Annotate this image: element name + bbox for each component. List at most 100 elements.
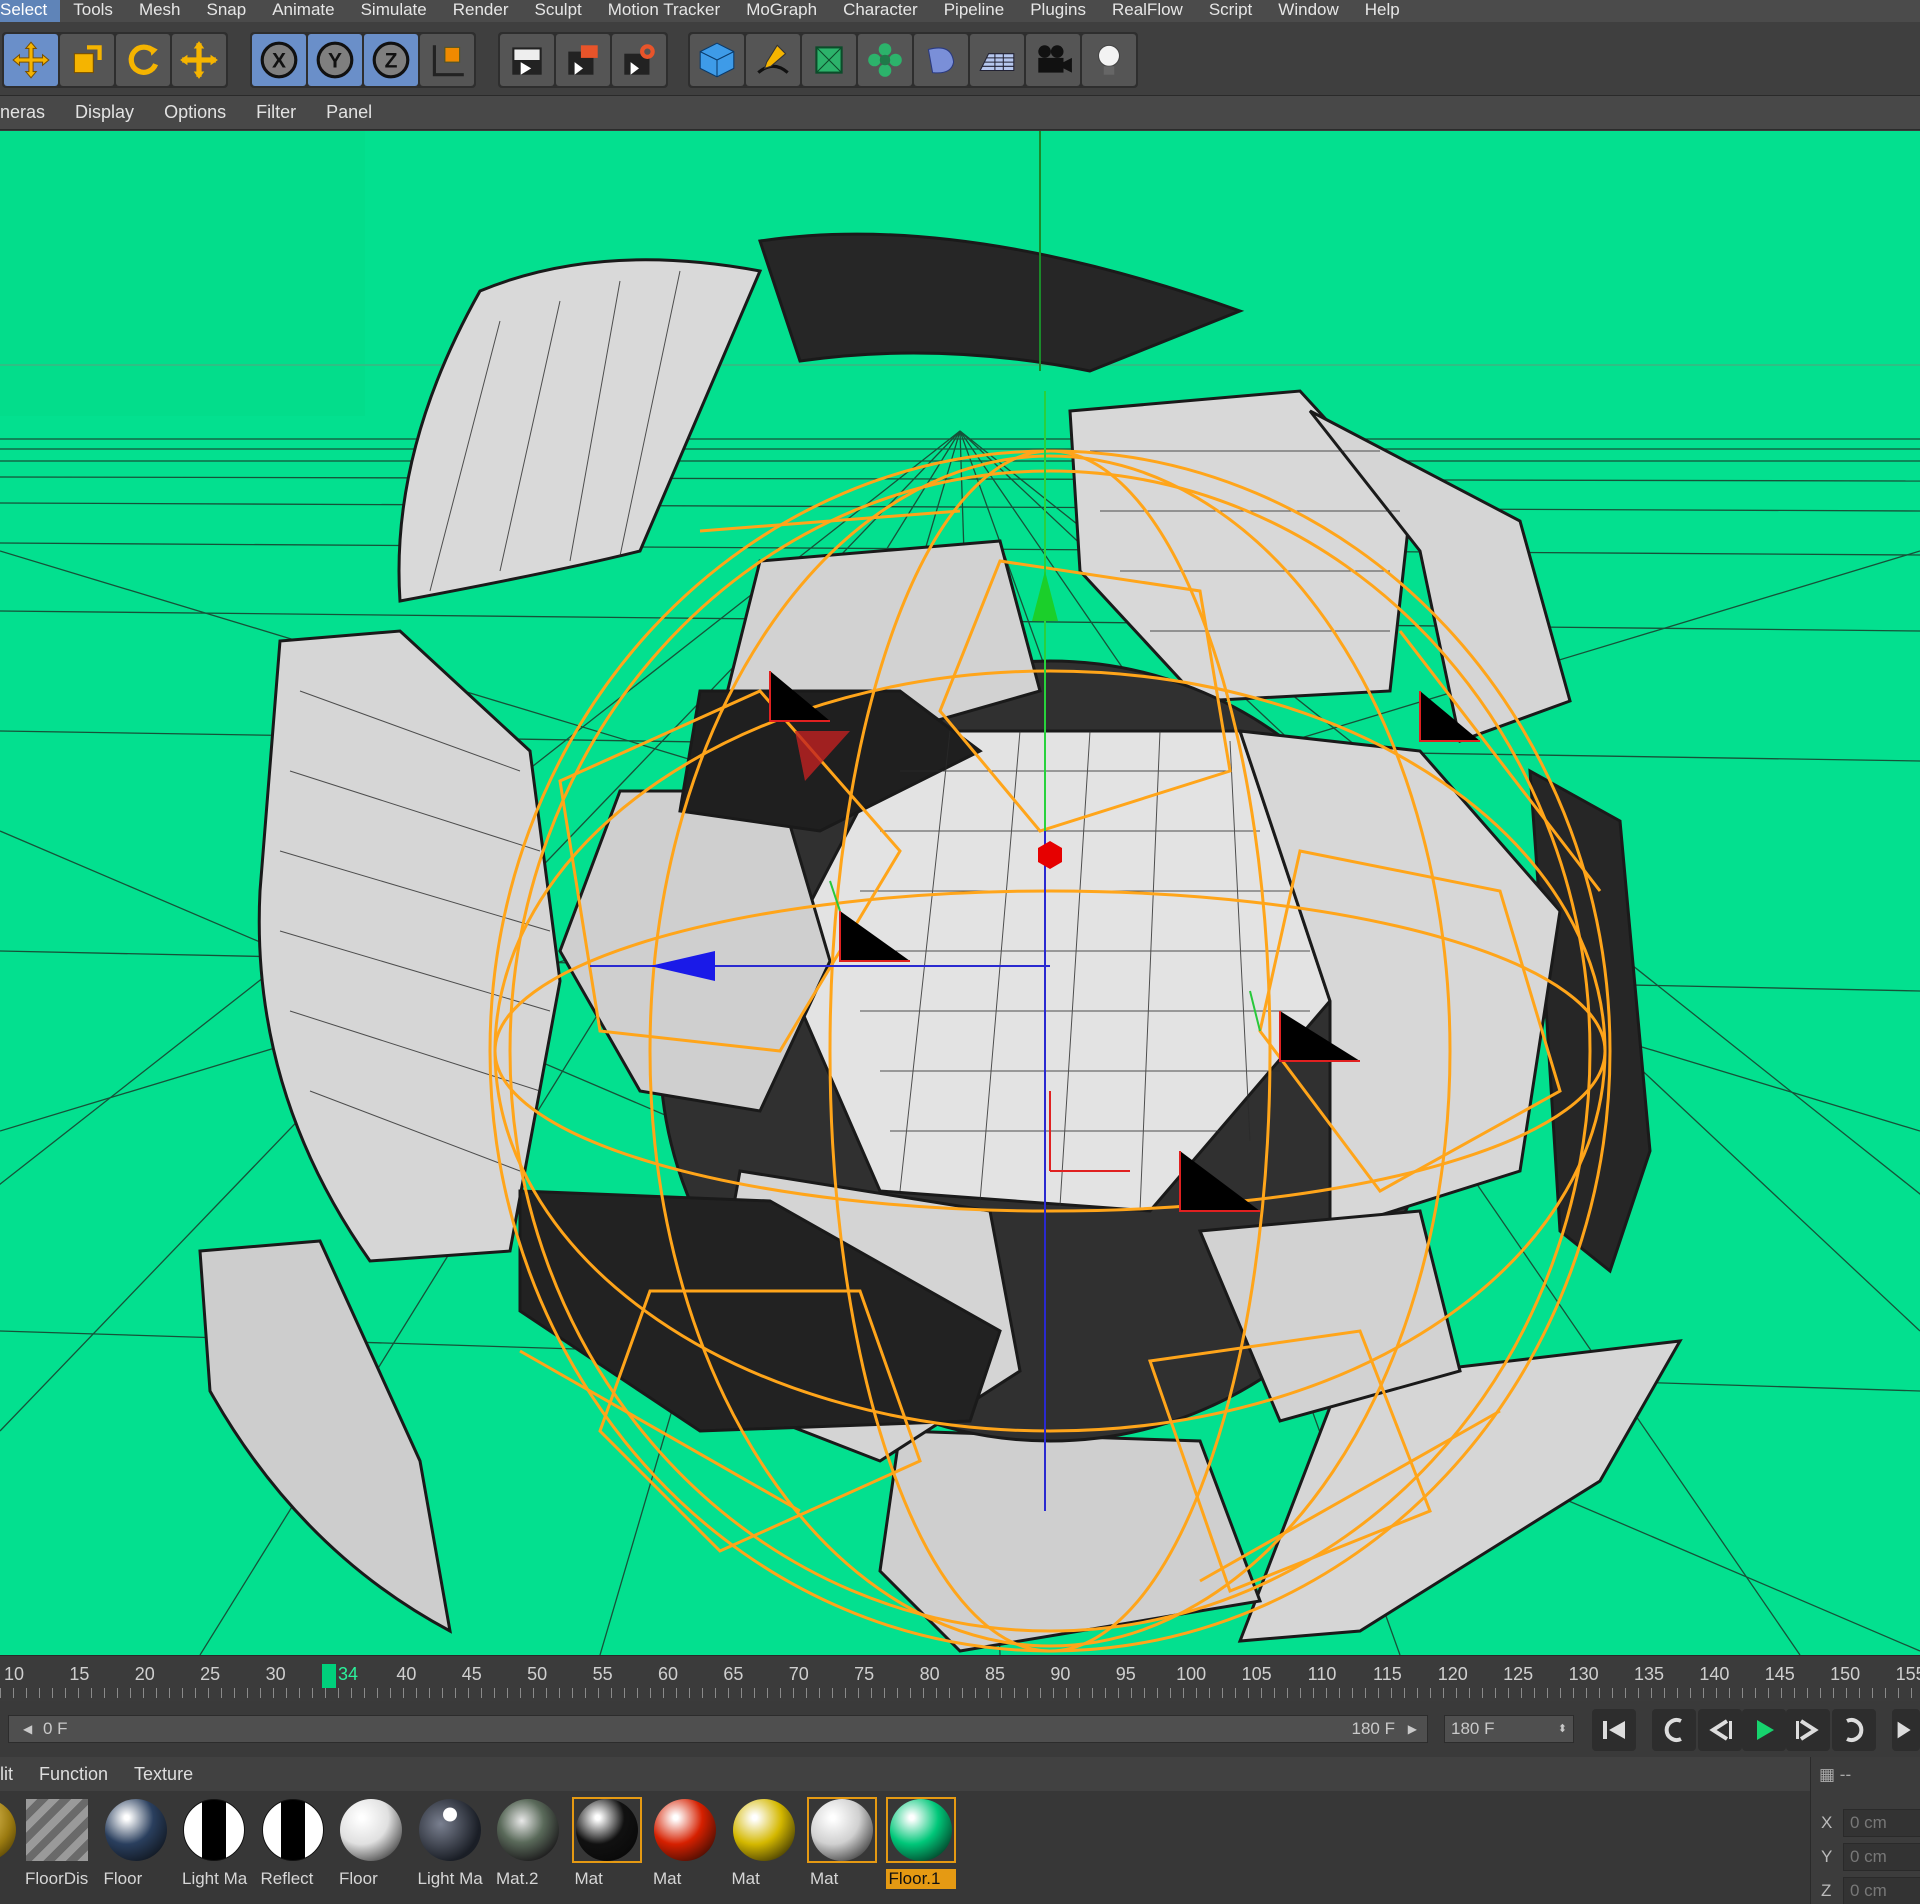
material-slot[interactable]: Light Ma xyxy=(415,1797,485,1897)
add-spline-button[interactable] xyxy=(746,34,800,86)
menu-animate[interactable]: Animate xyxy=(259,0,347,22)
material-label: Mat xyxy=(574,1869,603,1888)
coord-y-field[interactable]: 0 cm xyxy=(1843,1843,1920,1871)
viewport-menu-options[interactable]: Options xyxy=(149,102,241,123)
max-frame-value: 180 F xyxy=(1451,1719,1495,1738)
range-left-arrow-icon[interactable]: ◀ xyxy=(23,1716,32,1742)
move-tool-button[interactable] xyxy=(4,34,58,86)
material-menu-texture[interactable]: Texture xyxy=(121,1764,206,1785)
material-selection-frame xyxy=(571,1797,642,1863)
go-to-end-button[interactable] xyxy=(1892,1709,1920,1751)
previous-key-button[interactable] xyxy=(1652,1709,1696,1751)
viewport-menu-cameras[interactable]: neras xyxy=(0,102,60,123)
timeline-tick-label: 125 xyxy=(1503,1664,1534,1684)
render-group xyxy=(498,32,668,88)
menu-simulate[interactable]: Simulate xyxy=(348,0,440,22)
material-preview-partial xyxy=(0,1799,16,1861)
scale-tool-button[interactable] xyxy=(60,34,114,86)
menu-window[interactable]: Window xyxy=(1265,0,1351,22)
render-settings-button[interactable] xyxy=(612,34,666,86)
timeline-tick-label: 110 xyxy=(1307,1664,1337,1684)
deformer-icon xyxy=(927,47,955,74)
pen-spline-icon xyxy=(757,44,789,74)
next-key-button[interactable] xyxy=(1832,1709,1876,1751)
material-slot[interactable]: Floor.1 xyxy=(885,1797,956,1897)
menu-motion-tracker[interactable]: Motion Tracker xyxy=(595,0,733,22)
render-view-button[interactable] xyxy=(500,34,554,86)
render-settings-icon xyxy=(624,44,655,75)
x-axis-lock-button[interactable]: X xyxy=(252,34,306,86)
next-frame-button[interactable] xyxy=(1786,1709,1830,1751)
menu-sculpt[interactable]: Sculpt xyxy=(522,0,595,22)
previous-frame-button[interactable] xyxy=(1698,1709,1742,1751)
y-axis-handle[interactable] xyxy=(1032,571,1058,621)
menu-select[interactable]: Select xyxy=(0,0,61,22)
menu-mograph[interactable]: MoGraph xyxy=(733,0,830,22)
3d-viewport[interactable] xyxy=(0,131,1920,1655)
menu-character[interactable]: Character xyxy=(830,0,931,22)
timeline-tick-label: 100 xyxy=(1176,1664,1207,1684)
y-axis-lock-button[interactable]: Y xyxy=(308,34,362,86)
range-right-arrow-icon[interactable]: ▶ xyxy=(1408,1716,1417,1742)
material-menu-edit[interactable]: lit xyxy=(0,1764,26,1785)
svg-text:Y: Y xyxy=(328,49,342,72)
timeline-tick-label: 55 xyxy=(592,1664,613,1684)
menu-plugins[interactable]: Plugins xyxy=(1017,0,1099,22)
menu-help[interactable]: Help xyxy=(1352,0,1413,22)
menu-tools[interactable]: Tools xyxy=(60,0,126,22)
menu-pipeline[interactable]: Pipeline xyxy=(931,0,1018,22)
viewport-scene xyxy=(0,131,1920,1655)
viewport-menu-panel[interactable]: Panel xyxy=(311,102,387,123)
timeline-tick-label: 115 xyxy=(1373,1664,1402,1684)
max-frame-field[interactable]: 180 F ⬍ xyxy=(1444,1715,1574,1743)
play-forward-button[interactable] xyxy=(1742,1709,1786,1751)
play-icon xyxy=(1757,1720,1774,1740)
stepper-icon[interactable]: ⬍ xyxy=(1558,1716,1567,1742)
coordinate-system-button[interactable] xyxy=(420,34,474,86)
timeline-tick-label: 60 xyxy=(657,1664,679,1684)
material-slot[interactable]: Floor xyxy=(101,1797,171,1897)
material-slot[interactable]: Light Ma xyxy=(179,1797,249,1897)
add-floor-button[interactable] xyxy=(970,34,1024,86)
material-selection-frame xyxy=(258,1797,328,1863)
material-slot[interactable]: Reflect xyxy=(258,1797,328,1897)
menu-render[interactable]: Render xyxy=(440,0,522,22)
soccer-ball-core xyxy=(518,539,1562,1463)
coord-row-z: Z 0 cm xyxy=(1819,1877,1920,1904)
range-end-label: 180 F xyxy=(1351,1719,1395,1738)
material-label: Mat.2 xyxy=(496,1869,539,1888)
viewport-menu-filter[interactable]: Filter xyxy=(241,102,311,123)
live-select-button[interactable] xyxy=(172,34,226,86)
material-slot[interactable]: Floor xyxy=(336,1797,406,1897)
material-slot[interactable]: Mat.2 xyxy=(493,1797,563,1897)
coord-z-field[interactable]: 0 cm xyxy=(1843,1877,1920,1904)
add-subdivision-button[interactable] xyxy=(802,34,856,86)
material-partial[interactable] xyxy=(0,1797,20,1897)
material-slot[interactable]: Mat xyxy=(571,1797,642,1897)
z-axis-lock-button[interactable]: Z xyxy=(364,34,418,86)
render-picture-viewer-button[interactable] xyxy=(556,34,610,86)
add-deformer-button[interactable] xyxy=(914,34,968,86)
menu-realflow[interactable]: RealFlow xyxy=(1099,0,1196,22)
go-to-start-button[interactable] xyxy=(1592,1709,1636,1751)
coord-x-field[interactable]: 0 cm xyxy=(1843,1809,1920,1837)
add-cube-button[interactable] xyxy=(690,34,744,86)
timeline-ruler[interactable]: 34 1015202530354045505560657075808590951… xyxy=(0,1655,1920,1701)
subdivision-surface-icon xyxy=(815,46,843,74)
material-menu-function[interactable]: Function xyxy=(26,1764,121,1785)
menu-script[interactable]: Script xyxy=(1196,0,1265,22)
material-label: Mat xyxy=(731,1869,760,1888)
add-camera-button[interactable] xyxy=(1026,34,1080,86)
viewport-menu-display[interactable]: Display xyxy=(60,102,149,123)
material-manager-menu: lit Function Texture xyxy=(0,1757,1810,1791)
material-slot[interactable]: Mat xyxy=(650,1797,720,1897)
material-slot[interactable]: Mat xyxy=(729,1797,799,1897)
frame-range-slider[interactable]: ◀ 0 F 180 F ▶ xyxy=(8,1715,1428,1743)
material-slot[interactable]: FloorDis xyxy=(22,1797,92,1897)
add-cloner-button[interactable] xyxy=(858,34,912,86)
menu-mesh[interactable]: Mesh xyxy=(126,0,194,22)
add-light-button[interactable] xyxy=(1082,34,1136,86)
menu-snap[interactable]: Snap xyxy=(194,0,260,22)
rotate-tool-button[interactable] xyxy=(116,34,170,86)
material-slot[interactable]: Mat xyxy=(807,1797,877,1897)
